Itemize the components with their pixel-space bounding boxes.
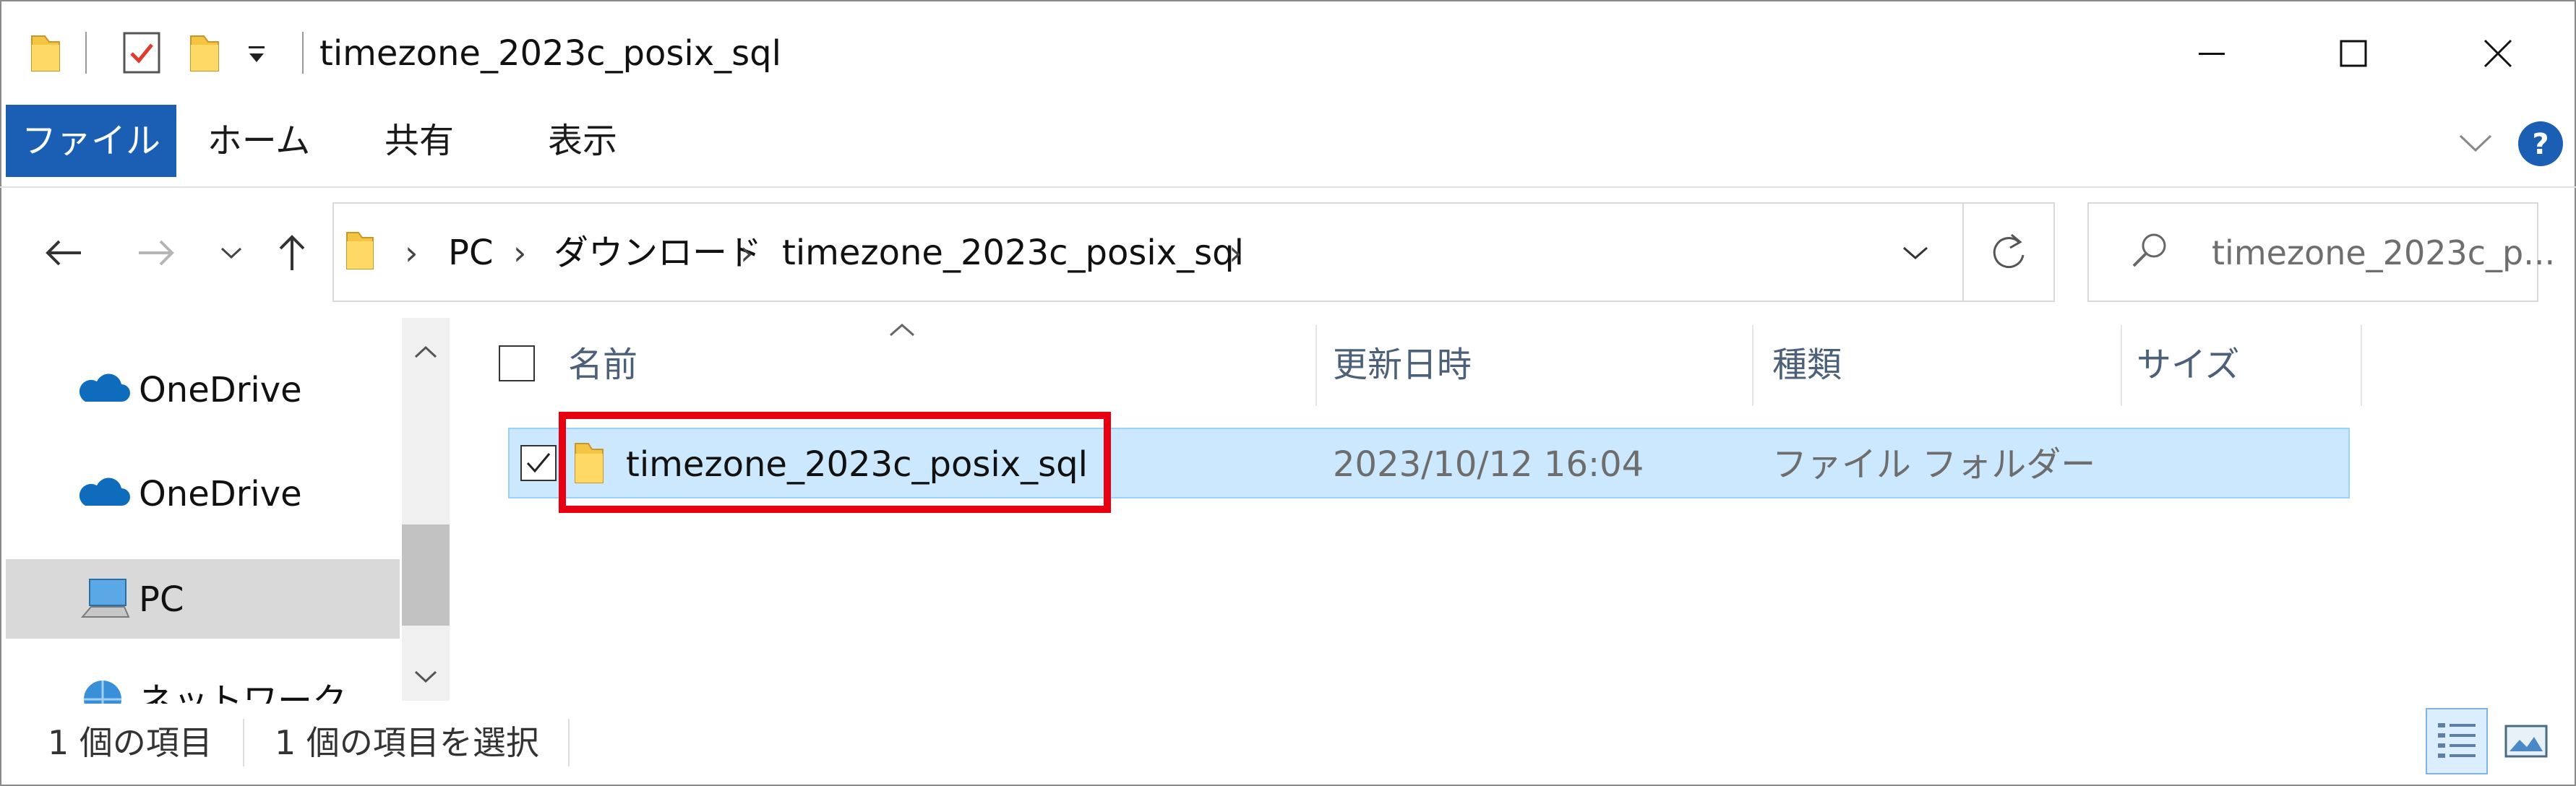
breadcrumb-chevron[interactable]: › — [405, 231, 418, 275]
pc-icon — [80, 576, 130, 623]
large-icons-view-icon — [2504, 725, 2548, 758]
nav-item-selection — [6, 559, 400, 639]
onedrive-icon — [75, 371, 130, 405]
annotation-highlight-box — [559, 412, 1111, 513]
nav-item-pc[interactable]: PC — [139, 578, 184, 621]
properties-icon[interactable] — [121, 30, 162, 75]
ribbon-divider — [0, 186, 2576, 188]
forward-button[interactable] — [127, 224, 185, 282]
breadcrumb-pc[interactable]: PC — [448, 231, 493, 275]
breadcrumb-chevron[interactable]: › — [1229, 231, 1242, 275]
scroll-up-icon[interactable] — [402, 324, 450, 381]
nav-item-onedrive[interactable]: OneDrive — [139, 368, 302, 412]
breadcrumb-chevron[interactable]: › — [513, 231, 526, 275]
column-separator[interactable] — [2121, 325, 2122, 406]
title-separator — [302, 32, 304, 74]
customize-quick-access-icon[interactable] — [246, 42, 267, 66]
file-type: ファイル フォルダー — [1772, 444, 2096, 485]
row-checkbox[interactable] — [520, 445, 557, 481]
scroll-down-icon[interactable] — [402, 647, 450, 705]
file-modified: 2023/10/12 16:04 — [1333, 444, 1644, 485]
refresh-button[interactable] — [1962, 204, 2053, 301]
window-title: timezone_2023c_posix_sql — [319, 33, 781, 74]
status-item-count: 1 個の項目 — [48, 723, 212, 762]
select-all-checkbox[interactable] — [499, 345, 535, 381]
nav-item-network[interactable]: ネットワーク — [139, 679, 347, 704]
close-button[interactable] — [2455, 25, 2541, 82]
search-input[interactable]: timezone_2023c_p... — [2212, 233, 2555, 273]
details-view-button[interactable] — [2426, 708, 2488, 774]
large-icons-view-button[interactable] — [2495, 708, 2557, 774]
svg-text:?: ? — [2532, 128, 2549, 161]
tab-home[interactable]: ホーム — [194, 105, 324, 177]
new-folder-icon[interactable] — [186, 32, 223, 74]
ribbon-expand-icon[interactable] — [2456, 129, 2495, 157]
folder-icon[interactable] — [27, 32, 64, 74]
breadcrumb-chevron[interactable]: › — [740, 231, 753, 275]
minimize-button[interactable] — [2168, 25, 2255, 82]
nav-scrollbar-thumb[interactable] — [402, 524, 450, 626]
column-header-modified[interactable]: 更新日時 — [1333, 343, 1472, 386]
nav-item-network-clip: ネットワーク — [6, 665, 400, 704]
sort-ascending-icon — [888, 322, 916, 338]
tab-file[interactable]: ファイル — [6, 105, 176, 177]
help-icon[interactable]: ? — [2517, 120, 2564, 168]
column-header-type[interactable]: 種類 — [1772, 343, 1842, 386]
recent-locations-button[interactable] — [202, 224, 260, 282]
status-separator — [568, 719, 570, 766]
tab-share[interactable]: 共有 — [361, 105, 477, 177]
onedrive-icon — [75, 475, 130, 509]
back-button[interactable] — [35, 224, 93, 282]
column-separator[interactable] — [1315, 325, 1317, 406]
column-separator[interactable] — [1752, 325, 1753, 406]
column-header-size[interactable]: サイズ — [2137, 343, 2240, 386]
details-view-icon — [2438, 723, 2476, 758]
quick-access-separator — [85, 32, 87, 74]
column-header-name[interactable]: 名前 — [568, 343, 637, 386]
checkmark-icon — [526, 453, 551, 473]
breadcrumb-downloads[interactable]: ダウンロード — [554, 231, 762, 275]
network-icon — [81, 678, 124, 704]
status-selected-count: 1 個の項目を選択 — [275, 723, 539, 762]
maximize-button[interactable] — [2310, 25, 2397, 82]
tab-view[interactable]: 表示 — [525, 105, 640, 177]
address-dropdown-icon[interactable] — [1883, 217, 1948, 289]
column-separator[interactable] — [2361, 325, 2362, 406]
breadcrumb-current-folder[interactable]: timezone_2023c_posix_sql — [782, 231, 1244, 275]
address-folder-icon — [344, 230, 376, 272]
nav-item-onedrive[interactable]: OneDrive — [139, 472, 302, 516]
status-separator — [243, 719, 244, 766]
up-button[interactable] — [263, 224, 321, 282]
search-icon — [2128, 230, 2171, 273]
